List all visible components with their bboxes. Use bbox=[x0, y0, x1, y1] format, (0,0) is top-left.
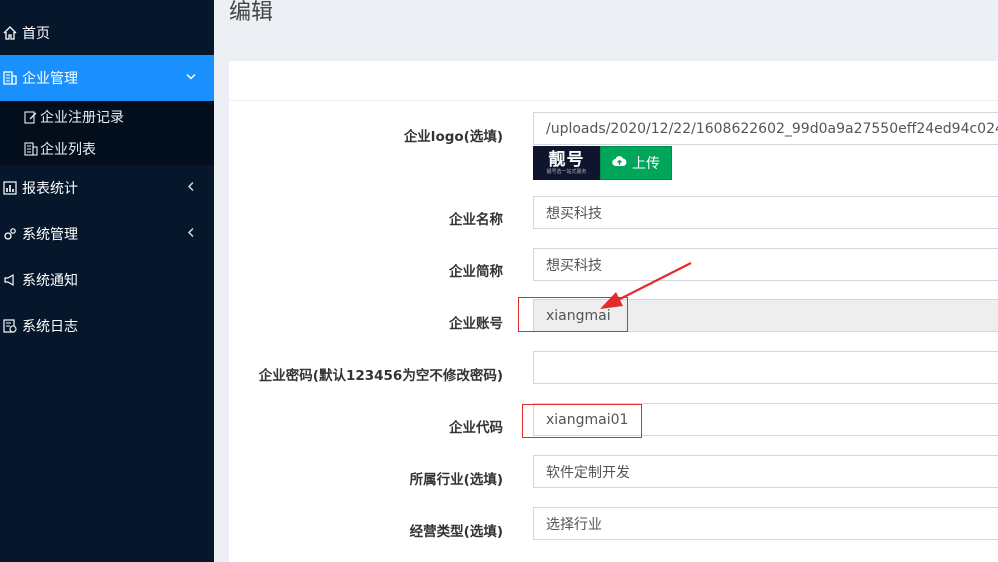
chevron-left-icon bbox=[186, 227, 196, 242]
sidebar-item-label: 报表统计 bbox=[22, 181, 78, 197]
panel-header bbox=[229, 61, 998, 101]
sidebar: 首页 企业管理 企业注册记录 企业列表 报表统计 系统管理 系统通知 系统日志 bbox=[0, 0, 214, 562]
logo-path-input[interactable]: /uploads/2020/12/22/1608622602_99d0a9a27… bbox=[533, 112, 998, 145]
home-icon bbox=[2, 25, 18, 41]
code-label: 企业代码 bbox=[449, 420, 503, 436]
annotation-arrow-icon bbox=[600, 262, 692, 309]
sidebar-item-label: 企业管理 bbox=[22, 71, 78, 87]
bar-chart-icon bbox=[2, 180, 18, 196]
sidebar-subitem-list[interactable]: 企业列表 bbox=[24, 134, 96, 164]
sidebar-item-label: 首页 bbox=[22, 26, 50, 42]
upload-button-label: 上传 bbox=[632, 156, 660, 172]
chevron-down-icon bbox=[186, 71, 196, 86]
logo-label: 企业logo(选填) bbox=[403, 129, 503, 145]
logo-thumbnail-text: 靓号 bbox=[548, 149, 585, 170]
name-input[interactable]: 想买科技 bbox=[533, 196, 998, 229]
account-label: 企业账号 bbox=[449, 316, 503, 332]
submenu-enterprise: 企业注册记录 企业列表 bbox=[0, 101, 214, 165]
log-icon bbox=[2, 318, 18, 334]
sidebar-item-label: 系统通知 bbox=[22, 273, 78, 289]
sidebar-item-logs[interactable]: 系统日志 bbox=[0, 303, 214, 349]
business-type-select[interactable]: 选择行业 bbox=[533, 507, 998, 540]
sidebar-item-notifications[interactable]: 系统通知 bbox=[0, 257, 214, 303]
sidebar-item-enterprise[interactable]: 企业管理 bbox=[0, 55, 214, 101]
password-label: 企业密码(默认123456为空不修改密码) bbox=[258, 368, 503, 384]
sidebar-item-label: 系统管理 bbox=[22, 227, 78, 243]
short-name-label: 企业简称 bbox=[449, 264, 503, 280]
sidebar-item-home[interactable]: 首页 bbox=[0, 10, 214, 56]
cloud-upload-icon bbox=[612, 155, 627, 171]
megaphone-icon bbox=[2, 272, 18, 288]
annotation-box-code bbox=[522, 404, 642, 438]
list-icon bbox=[24, 142, 38, 156]
business-type-label: 经营类型(选填) bbox=[409, 524, 503, 540]
sidebar-subitem-label: 企业注册记录 bbox=[40, 110, 124, 126]
name-label: 企业名称 bbox=[449, 212, 503, 228]
page-title: 编辑 bbox=[229, 0, 274, 25]
building-icon bbox=[2, 70, 18, 86]
logo-thumbnail: 靓号 靓号选一站式服务 bbox=[533, 146, 600, 180]
industry-select[interactable]: 软件定制开发 bbox=[533, 455, 998, 488]
cogs-icon bbox=[2, 226, 18, 242]
edit-icon bbox=[24, 110, 38, 124]
password-input[interactable] bbox=[533, 351, 998, 384]
sidebar-item-reports[interactable]: 报表统计 bbox=[0, 165, 214, 211]
sidebar-subitem-label: 企业列表 bbox=[40, 142, 96, 158]
logo-thumbnail-subtext: 靓号选一站式服务 bbox=[546, 168, 587, 175]
sidebar-item-label: 系统日志 bbox=[22, 319, 78, 335]
industry-label: 所属行业(选填) bbox=[409, 472, 503, 488]
sidebar-subitem-registration[interactable]: 企业注册记录 bbox=[24, 102, 124, 132]
upload-button[interactable]: 上传 bbox=[600, 146, 672, 180]
sidebar-item-system[interactable]: 系统管理 bbox=[0, 211, 214, 257]
chevron-left-icon bbox=[186, 181, 196, 196]
